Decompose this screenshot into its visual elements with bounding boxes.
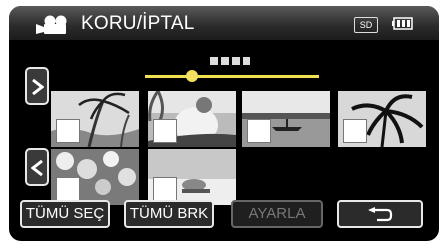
scroll-track[interactable] — [145, 75, 319, 78]
clear-all-button[interactable]: TÜMÜ BRK — [124, 200, 214, 228]
select-all-button[interactable]: TÜMÜ SEÇ — [20, 200, 110, 228]
scroll-knob[interactable] — [185, 70, 198, 82]
thumbnail-1[interactable] — [51, 91, 139, 147]
return-arrow-icon — [368, 207, 393, 222]
thumbnail-5[interactable] — [51, 149, 139, 205]
select-checkbox[interactable] — [343, 119, 367, 143]
chevron-right-icon — [32, 79, 44, 95]
page-dots-icon — [210, 53, 250, 71]
select-checkbox[interactable] — [153, 119, 177, 143]
sd-card-indicator: SD — [354, 17, 378, 33]
thumbnail-6[interactable] — [148, 149, 236, 205]
video-camera-icon — [35, 15, 69, 40]
page-title: KORU/İPTAL — [81, 13, 195, 34]
select-checkbox[interactable] — [247, 119, 271, 143]
select-checkbox[interactable] — [56, 119, 80, 143]
previous-page-button[interactable] — [25, 67, 49, 105]
chevron-left-icon — [31, 160, 43, 176]
back-button[interactable] — [337, 200, 423, 228]
select-checkbox[interactable] — [153, 177, 177, 201]
camera-screen: KORU/İPTAL SD TÜMÜ SEÇ TÜMÜ BRK AYARLA — [9, 6, 439, 241]
thumbnail-4[interactable] — [338, 91, 426, 147]
header-bar: KORU/İPTAL SD — [9, 6, 439, 40]
battery-icon — [392, 15, 414, 36]
thumbnail-3[interactable] — [242, 91, 330, 147]
select-checkbox[interactable] — [56, 177, 80, 201]
set-button[interactable]: AYARLA — [231, 200, 323, 228]
next-page-button[interactable] — [25, 148, 49, 186]
thumbnail-2[interactable] — [148, 91, 236, 147]
